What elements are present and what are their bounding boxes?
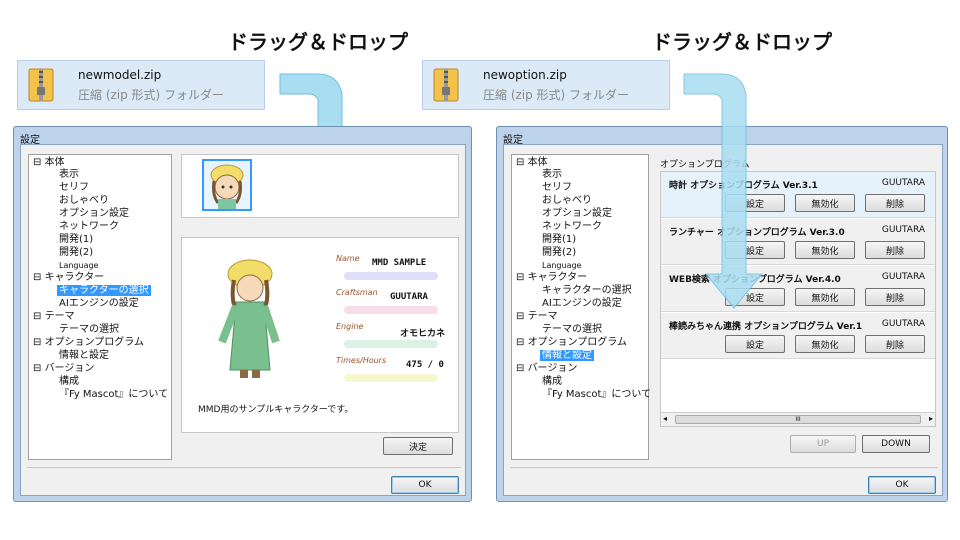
character-face-icon — [210, 164, 244, 209]
tree-item-selected[interactable]: 情報と設定 — [540, 350, 594, 361]
field-label: Times/Hours — [336, 356, 387, 365]
tree-item[interactable]: 『Fy Mascot』について — [59, 389, 168, 401]
scroll-left-icon[interactable]: ◂ — [663, 414, 667, 423]
field-value: 475 / 0 — [406, 360, 444, 370]
tree-item-selected[interactable]: キャラクターの選択 — [57, 285, 151, 296]
plugin-disable-button[interactable]: 無効化 — [795, 241, 855, 259]
plugin-disable-button[interactable]: 無効化 — [795, 335, 855, 353]
tree-item[interactable]: オプション設定 — [542, 208, 612, 220]
drag-arrow-icon — [683, 73, 764, 309]
character-description: MMD用のサンプルキャラクターです。 — [198, 405, 354, 415]
tree-item[interactable]: Language — [542, 260, 581, 272]
tree-item[interactable]: 表示 — [59, 169, 79, 181]
tree-item[interactable]: 構成 — [542, 376, 562, 388]
tree-item[interactable]: AIエンジンの設定 — [59, 298, 139, 310]
field-bar — [344, 306, 438, 314]
tree-item[interactable]: バージョン — [528, 363, 578, 374]
plugin-settings-button[interactable]: 設定 — [725, 335, 785, 353]
tree-item[interactable]: キャラクター — [45, 272, 105, 283]
scrollbar-thumb[interactable]: III — [675, 415, 921, 424]
decide-button[interactable]: 決定 — [383, 437, 453, 455]
field-bar — [344, 272, 438, 280]
plugin-disable-button[interactable]: 無効化 — [795, 194, 855, 212]
divider — [27, 467, 461, 468]
tree-item[interactable]: おしゃべり — [59, 195, 109, 207]
field-value: オモヒカネ — [400, 329, 446, 339]
scroll-right-icon[interactable]: ▸ — [929, 414, 933, 423]
divider — [510, 467, 938, 468]
tree-item[interactable]: テーマ — [45, 311, 75, 322]
tree-item[interactable]: 開発(2) — [542, 247, 576, 259]
tree-item[interactable]: 開発(1) — [59, 234, 93, 246]
tree-item[interactable]: おしゃべり — [542, 195, 592, 207]
tree-item[interactable]: オプションプログラム — [528, 337, 627, 348]
drag-drop-caption-left: ドラッグ＆ドロップ — [228, 30, 408, 54]
tree-item[interactable]: 情報と設定 — [59, 350, 109, 362]
tree-item[interactable]: 本体 — [45, 157, 65, 168]
plugin-author: GUUTARA — [881, 178, 925, 188]
character-thumbnail[interactable] — [202, 159, 252, 211]
field-value: MMD SAMPLE — [372, 258, 427, 268]
character-illustration-icon — [218, 259, 280, 378]
tree-item[interactable]: 『Fy Mascot』について — [542, 389, 651, 401]
settings-tree[interactable]: ⊟ 本体 表示 セリフ おしゃべり オプション設定 ネットワーク 開発(1) 開… — [28, 154, 172, 460]
zip-folder-icon — [28, 67, 56, 103]
field-label: Name — [336, 254, 360, 263]
field-bar — [344, 340, 438, 348]
move-down-button[interactable]: DOWN — [862, 435, 930, 453]
character-thumbnail-strip — [181, 154, 459, 218]
plugin-author: GUUTARA — [881, 319, 925, 329]
tree-item[interactable]: ネットワーク — [59, 221, 119, 233]
tree-item[interactable]: 開発(1) — [542, 234, 576, 246]
tree-item[interactable]: ネットワーク — [542, 221, 602, 233]
settings-tree[interactable]: ⊟ 本体 表示 セリフ おしゃべり オプション設定 ネットワーク 開発(1) 開… — [511, 154, 651, 460]
tree-item[interactable]: バージョン — [45, 363, 95, 374]
zip-folder-icon — [433, 67, 461, 103]
tree-item[interactable]: 開発(2) — [59, 247, 93, 259]
plugin-author: GUUTARA — [881, 225, 925, 235]
character-info-panel: Name MMD SAMPLE Craftsman GUUTARA Engine… — [181, 237, 459, 433]
plugin-row[interactable]: 棒読みちゃん連携 オプションプログラム Ver.1 GUUTARA 設定 無効化… — [661, 313, 935, 359]
tree-item[interactable]: 構成 — [59, 376, 79, 388]
plugin-delete-button[interactable]: 削除 — [865, 335, 925, 353]
tree-item[interactable]: AIエンジンの設定 — [542, 298, 622, 310]
tree-item[interactable]: キャラクター — [528, 272, 588, 283]
zip-file-newmodel[interactable]: newmodel.zip 圧縮 (zip 形式) フォルダー — [17, 60, 265, 110]
ok-button[interactable]: OK — [391, 476, 459, 494]
tree-item[interactable]: テーマ — [528, 311, 558, 322]
plugin-disable-button[interactable]: 無効化 — [795, 288, 855, 306]
plugin-delete-button[interactable]: 削除 — [865, 241, 925, 259]
tree-item[interactable]: キャラクターの選択 — [542, 285, 632, 297]
tree-item[interactable]: セリフ — [542, 182, 572, 194]
horizontal-scrollbar[interactable]: ◂ III ▸ — [661, 412, 935, 426]
file-type: 圧縮 (zip 形式) フォルダー — [483, 87, 630, 102]
tree-item[interactable]: Language — [59, 260, 98, 272]
plugin-author: GUUTARA — [881, 272, 925, 282]
settings-dialog-left: 設定 ⊟ 本体 表示 セリフ おしゃべり オプション設定 ネットワーク 開発(1… — [13, 126, 472, 502]
tree-item[interactable]: オプション設定 — [59, 208, 129, 220]
file-name: newmodel.zip — [78, 67, 162, 82]
plugin-delete-button[interactable]: 削除 — [865, 288, 925, 306]
plugin-name: 棒読みちゃん連携 オプションプログラム Ver.1 — [669, 322, 863, 332]
field-bar — [344, 374, 438, 382]
file-type: 圧縮 (zip 形式) フォルダー — [78, 87, 225, 102]
tree-item[interactable]: 表示 — [542, 169, 562, 181]
tree-item[interactable]: セリフ — [59, 182, 89, 194]
field-label: Engine — [336, 322, 364, 331]
plugin-delete-button[interactable]: 削除 — [865, 194, 925, 212]
field-value: GUUTARA — [390, 292, 428, 302]
drag-drop-caption-right: ドラッグ＆ドロップ — [652, 30, 832, 54]
tree-item[interactable]: 本体 — [528, 157, 548, 168]
tree-item[interactable]: オプションプログラム — [45, 337, 144, 348]
zip-file-newoption[interactable]: newoption.zip 圧縮 (zip 形式) フォルダー — [422, 60, 670, 110]
tree-item[interactable]: テーマの選択 — [542, 324, 602, 336]
file-name: newoption.zip — [483, 67, 567, 82]
field-label: Craftsman — [336, 288, 378, 297]
ok-button[interactable]: OK — [868, 476, 936, 494]
move-up-button[interactable]: UP — [790, 435, 856, 453]
tree-item[interactable]: テーマの選択 — [59, 324, 119, 336]
